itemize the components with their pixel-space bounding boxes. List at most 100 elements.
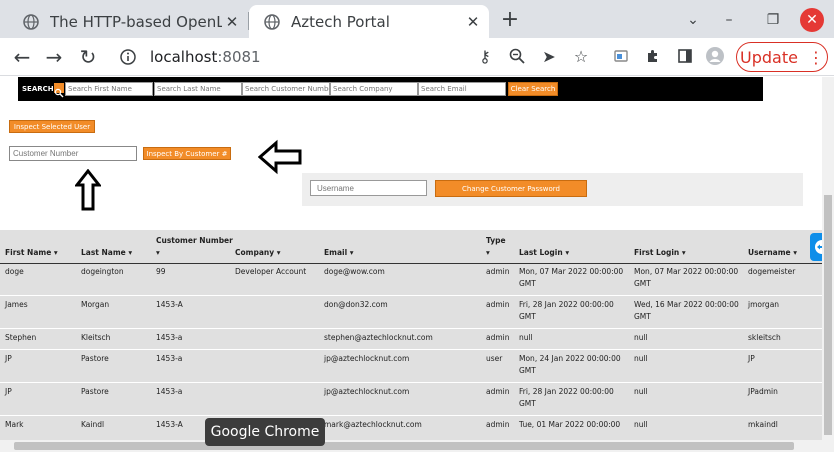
tab-close-icon[interactable]: ✕ [222, 12, 242, 32]
table-cell-first: JP [5, 387, 12, 396]
table-cell-last-login: Mon, 24 Jan 2022 00:00:00 [519, 354, 621, 363]
table-cell-last-login: Mon, 07 Mar 2022 00:00:00 [519, 267, 624, 276]
column-header-last-login[interactable]: Last Login ▾ [519, 248, 569, 257]
table-cell-type: admin [486, 300, 510, 309]
column-header-customer-number[interactable]: Customer Number [156, 236, 233, 245]
tab-openlink[interactable]: The HTTP-based OpenLin ✕ [8, 5, 248, 38]
column-header-company[interactable]: Company ▾ [235, 248, 281, 257]
column-header-username[interactable]: Username ▾ [748, 248, 797, 257]
table-cell-email: mark@aztechlocknut.com [324, 420, 422, 429]
forward-arrow-icon[interactable]: → [42, 45, 66, 69]
table-cell-last-login: Tue, 01 Mar 2022 00:00:00 [519, 420, 621, 429]
users-table: First Name ▾ Last Name ▾ Customer Number… [0, 230, 822, 452]
browser-toolbar: ← → ↻ localhost:8081 ⚷ ➤ ☆ Update ⋮ [0, 38, 834, 76]
side-panel-icon[interactable] [674, 45, 696, 67]
update-label: Update [740, 47, 798, 67]
table-cell-last: Pastore [81, 354, 109, 363]
row-divider [0, 295, 822, 296]
table-cell-first: Mark [5, 420, 24, 429]
new-tab-plus-icon[interactable]: + [498, 9, 522, 33]
column-header-first-name[interactable]: First Name ▾ [5, 248, 58, 257]
table-cell-first-login: GMT [634, 312, 651, 321]
window-close-icon[interactable]: ✕ [800, 8, 824, 32]
reload-icon[interactable]: ↻ [76, 45, 100, 69]
table-cell-type: admin [486, 267, 510, 276]
chevron-down-icon[interactable]: ⌄ [680, 8, 706, 32]
search-first-name-input[interactable] [65, 82, 153, 96]
table-cell-first-login: GMT [634, 279, 651, 288]
clear-search-button[interactable]: Clear Search [508, 82, 558, 96]
profile-avatar-icon[interactable] [704, 45, 726, 67]
username-input[interactable] [310, 180, 427, 196]
table-cell-username: skleitsch [748, 333, 781, 342]
search-company-input[interactable] [330, 82, 418, 96]
column-header-first-login[interactable]: First Login ▾ [634, 248, 686, 257]
info-icon[interactable] [116, 49, 140, 65]
tooltip: Google Chrome [205, 418, 325, 446]
restore-icon[interactable]: ❐ [760, 8, 786, 32]
table-cell-cust: 1453-A [156, 420, 183, 429]
search-email-input[interactable] [418, 82, 506, 96]
search-icon [54, 83, 64, 98]
table-cell-email: jp@aztechlocknut.com [324, 387, 410, 396]
extension-app-icon[interactable] [610, 45, 632, 67]
search-label: SEARCH [22, 85, 54, 93]
table-cell-cust: 1453-a [156, 333, 183, 342]
up-arrow-annotation-icon [75, 169, 101, 211]
tab-aztech-portal[interactable]: Aztech Portal ✕ [249, 5, 489, 38]
search-bar: SEARCH Clear Search [18, 77, 763, 101]
url-port: :8081 [217, 48, 261, 66]
table-cell-first: Stephen [5, 333, 37, 342]
table-cell-last-login: null [519, 333, 533, 342]
tab-close-icon[interactable]: ✕ [463, 12, 483, 32]
search-last-name-input[interactable] [154, 82, 242, 96]
update-button[interactable]: Update ⋮ [736, 42, 828, 72]
table-cell-cust: 1453-a [156, 354, 183, 363]
customer-number-input[interactable] [9, 146, 137, 161]
table-cell-email: doge@wow.com [324, 267, 385, 276]
table-row[interactable] [0, 350, 822, 383]
sort-caret-icon[interactable]: ▾ [156, 248, 160, 257]
send-icon[interactable]: ➤ [538, 45, 560, 67]
change-customer-password-button[interactable]: Change Customer Password [435, 180, 587, 197]
table-cell-email: stephen@aztechlocknut.com [324, 333, 433, 342]
table-cell-first-login: Wed, 16 Mar 2022 00:00:00 [634, 300, 739, 309]
tab-strip: The HTTP-based OpenLin ✕ Aztech Portal ✕… [0, 0, 834, 38]
url-text: localhost:8081 [150, 48, 261, 66]
table-cell-first: JP [5, 354, 12, 363]
key-icon[interactable]: ⚷ [474, 45, 496, 67]
column-header-email[interactable]: Email ▾ [324, 248, 354, 257]
table-cell-username: JP [748, 354, 755, 363]
table-cell-last: Morgan [81, 300, 110, 309]
table-cell-first-login: null [634, 333, 648, 342]
table-cell-first-login: null [634, 420, 648, 429]
table-cell-cust: 1453-A [156, 300, 183, 309]
table-cell-last: Kaindl [81, 420, 105, 429]
zoom-icon[interactable] [506, 45, 528, 67]
table-cell-type: admin [486, 333, 510, 342]
star-icon[interactable]: ☆ [570, 45, 592, 67]
sort-caret-icon[interactable]: ▾ [486, 248, 490, 257]
table-row[interactable] [0, 383, 822, 416]
page-content: SEARCH Clear Search Inspect Selected Use… [0, 77, 834, 452]
tab-title: The HTTP-based OpenLin [50, 12, 222, 31]
minimize-icon[interactable]: – [716, 8, 742, 32]
vertical-scrollbar-thumb[interactable] [824, 195, 832, 435]
horizontal-scrollbar-thumb[interactable] [14, 442, 794, 450]
column-header-type[interactable]: Type [486, 236, 506, 245]
inspect-selected-user-button[interactable]: Inspect Selected User [9, 120, 95, 133]
back-arrow-icon[interactable]: ← [10, 45, 34, 69]
column-header-last-name[interactable]: Last Name ▾ [81, 248, 132, 257]
table-cell-first-login: null [634, 387, 648, 396]
table-cell-first: James [5, 300, 28, 309]
search-customer-number-input[interactable] [242, 82, 330, 96]
inspect-by-customer-button[interactable]: Inspect By Customer # [143, 147, 231, 160]
more-vertical-icon: ⋮ [807, 47, 824, 67]
globe-icon [22, 13, 40, 31]
table-cell-username: mkaindl [748, 420, 778, 429]
table-cell-last-login: Fri, 28 Jan 2022 00:00:00 [519, 300, 614, 309]
table-cell-cust: 99 [156, 267, 166, 276]
table-cell-username: dogemeister [748, 267, 796, 276]
puzzle-icon[interactable] [642, 45, 664, 67]
table-cell-email: jp@aztechlocknut.com [324, 354, 410, 363]
